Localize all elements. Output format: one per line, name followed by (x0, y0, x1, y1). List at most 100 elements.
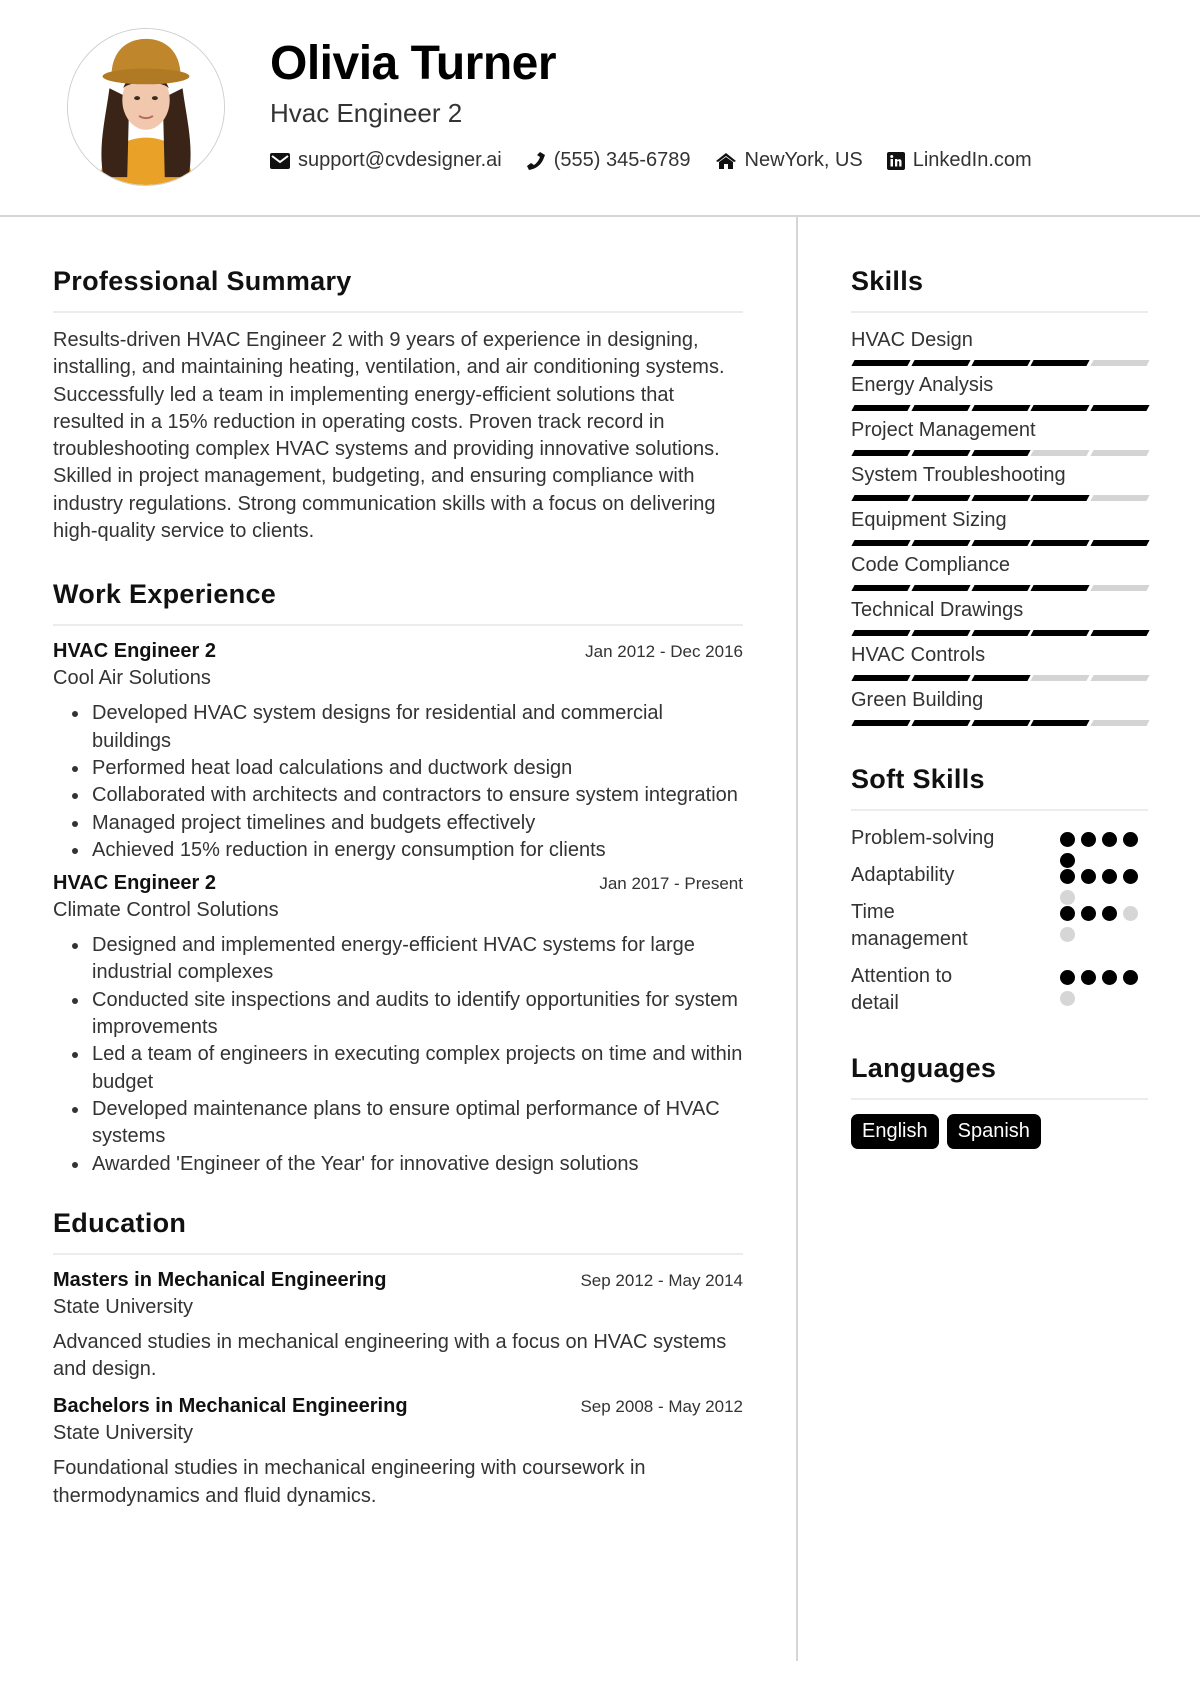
skill-segment-filled (851, 495, 911, 501)
job-title: HVAC Engineer 2 (53, 872, 216, 895)
rating-dot-filled (1060, 869, 1075, 884)
contact-email[interactable]: support@cvdesigner.ai (270, 149, 502, 172)
job-entry: HVAC Engineer 2 Jan 2012 - Dec 2016 Cool A… (53, 640, 743, 864)
avatar-illustration (68, 29, 224, 185)
education-heading: Education (53, 1208, 743, 1255)
job-dates: Jan 2012 - Dec 2016 (585, 642, 743, 662)
soft-skill-label: Attention to detail (851, 965, 953, 1014)
skill-segment-filled (851, 720, 911, 726)
language-tag: Spanish (946, 1114, 1041, 1149)
job-company: Cool Air Solutions (53, 667, 211, 690)
summary-text: Results-driven HVAC Engineer 2 with 9 ye… (53, 329, 725, 543)
skill-segment-filled (1030, 585, 1090, 591)
summary-heading: Professional Summary (53, 266, 743, 313)
skill-segment-empty (1090, 360, 1150, 366)
skills-section: Skills HVAC Design Energy Analysis Project… (851, 266, 1150, 726)
skill-segment-empty (1090, 720, 1150, 726)
rating-dot-filled (1102, 970, 1117, 985)
job-bullet: Designed and implemented energy-efficien… (90, 932, 743, 987)
education-degree: Bachelors in Mechanical Engineering (53, 1395, 408, 1418)
skill-segment-empty (1090, 495, 1150, 501)
skill-segment-filled (970, 540, 1030, 546)
skill-segment-filled (851, 675, 911, 681)
skill-segment-filled (851, 450, 911, 456)
skill-segment-filled (911, 360, 971, 366)
rating-dot-filled (1060, 970, 1075, 985)
skill-segment-filled (970, 405, 1030, 411)
summary-section: Professional Summary Results-driven HVAC… (53, 266, 743, 545)
skill-item: System Troubleshooting (851, 462, 1150, 501)
skill-label: Green Building (851, 689, 984, 711)
skill-segment-filled (1090, 630, 1150, 636)
education-description: Foundational studies in mechanical engin… (53, 1457, 646, 1507)
job-list: HVAC Engineer 2 Jan 2012 - Dec 2016 Cool A… (53, 640, 743, 1177)
soft-skill-rating (1060, 862, 1148, 905)
candidate-name: Olivia Turner (270, 37, 557, 90)
education-entry: Bachelors in Mechanical Engineering Sep 2… (53, 1395, 743, 1510)
skill-segment-filled (970, 675, 1030, 681)
skill-segment-filled (911, 495, 971, 501)
skill-item: Project Management (851, 417, 1150, 456)
skill-segment-filled (911, 585, 971, 591)
job-bullets: Developed HVAC system designs for reside… (53, 700, 743, 864)
education-description: Advanced studies in mechanical engineeri… (53, 1330, 727, 1381)
skill-segment-filled (970, 630, 1030, 636)
rating-dot-empty (1060, 991, 1075, 1006)
skill-segment-filled (1030, 630, 1090, 636)
education-dates: Sep 2008 - May 2012 (580, 1397, 743, 1417)
education-school: State University (53, 1295, 194, 1318)
skill-label: Energy Analysis (851, 374, 994, 396)
email-text[interactable]: support@cvdesigner.ai (298, 149, 502, 172)
home-icon (715, 152, 736, 169)
soft-skills-section: Soft Skills Problem-solving Adaptability T… (851, 764, 1148, 1017)
skill-segment-filled (911, 450, 971, 456)
skill-segment-filled (1030, 495, 1090, 501)
rating-dot-filled (1081, 906, 1096, 921)
soft-skill-item: Adaptability (851, 862, 1148, 905)
soft-skill-item: Problem-solving (851, 825, 1148, 868)
skill-rating-bar (851, 585, 1150, 591)
skill-label: System Troubleshooting (851, 464, 1066, 486)
skill-segment-filled (970, 495, 1030, 501)
rating-dot-filled (1081, 970, 1096, 985)
education-entry: Masters in Mechanical Engineering Sep 201… (53, 1269, 743, 1384)
skill-segment-filled (1030, 360, 1090, 366)
contact-linkedin[interactable]: LinkedIn.com (886, 149, 1032, 172)
language-tag: English (851, 1114, 939, 1149)
phone-text[interactable]: (555) 345-6789 (554, 149, 691, 172)
contact-phone[interactable]: (555) 345-6789 (526, 149, 691, 172)
skill-segment-filled (911, 540, 971, 546)
job-bullet: Performed heat load calculations and duc… (90, 755, 743, 782)
skill-segment-filled (970, 720, 1030, 726)
education-school: State University (53, 1422, 194, 1445)
skills-heading: Skills (851, 266, 1148, 313)
skill-rating-bar (851, 630, 1150, 636)
rating-dot-filled (1102, 832, 1117, 847)
education-header: Masters in Mechanical Engineering Sep 201… (53, 1269, 743, 1292)
skill-item: Code Compliance (851, 552, 1150, 591)
soft-skill-rating (1060, 963, 1148, 1006)
skill-segment-filled (911, 630, 971, 636)
skill-segment-filled (911, 405, 971, 411)
job-bullet: Conducted site inspections and audits to… (90, 987, 743, 1042)
skill-segment-filled (851, 540, 911, 546)
skill-label: Technical Drawings (851, 599, 1024, 621)
job-header: HVAC Engineer 2 Jan 2012 - Dec 2016 (53, 640, 743, 663)
rating-dot-filled (1123, 869, 1138, 884)
skill-rating-bar (851, 360, 1150, 366)
column-divider (796, 217, 798, 1661)
job-bullet: Developed maintenance plans to ensure op… (90, 1096, 743, 1151)
experience-heading: Work Experience (53, 579, 743, 627)
job-company: Climate Control Solutions (53, 899, 279, 922)
skill-segment-filled (970, 360, 1030, 366)
linkedin-icon (886, 151, 905, 170)
linkedin-text[interactable]: LinkedIn.com (913, 149, 1032, 172)
candidate-title: Hvac Engineer 2 (270, 98, 463, 128)
skill-segment-filled (1030, 540, 1090, 546)
experience-section: Work Experience HVAC Engineer 2 Jan 2012 … (53, 579, 743, 1177)
skill-item: Technical Drawings (851, 597, 1150, 636)
soft-skill-label: Adaptability (851, 864, 955, 886)
skill-item: HVAC Design (851, 327, 1150, 366)
skill-label: HVAC Controls (851, 644, 986, 666)
main-column: Professional Summary Results-driven HVAC… (53, 266, 743, 1540)
